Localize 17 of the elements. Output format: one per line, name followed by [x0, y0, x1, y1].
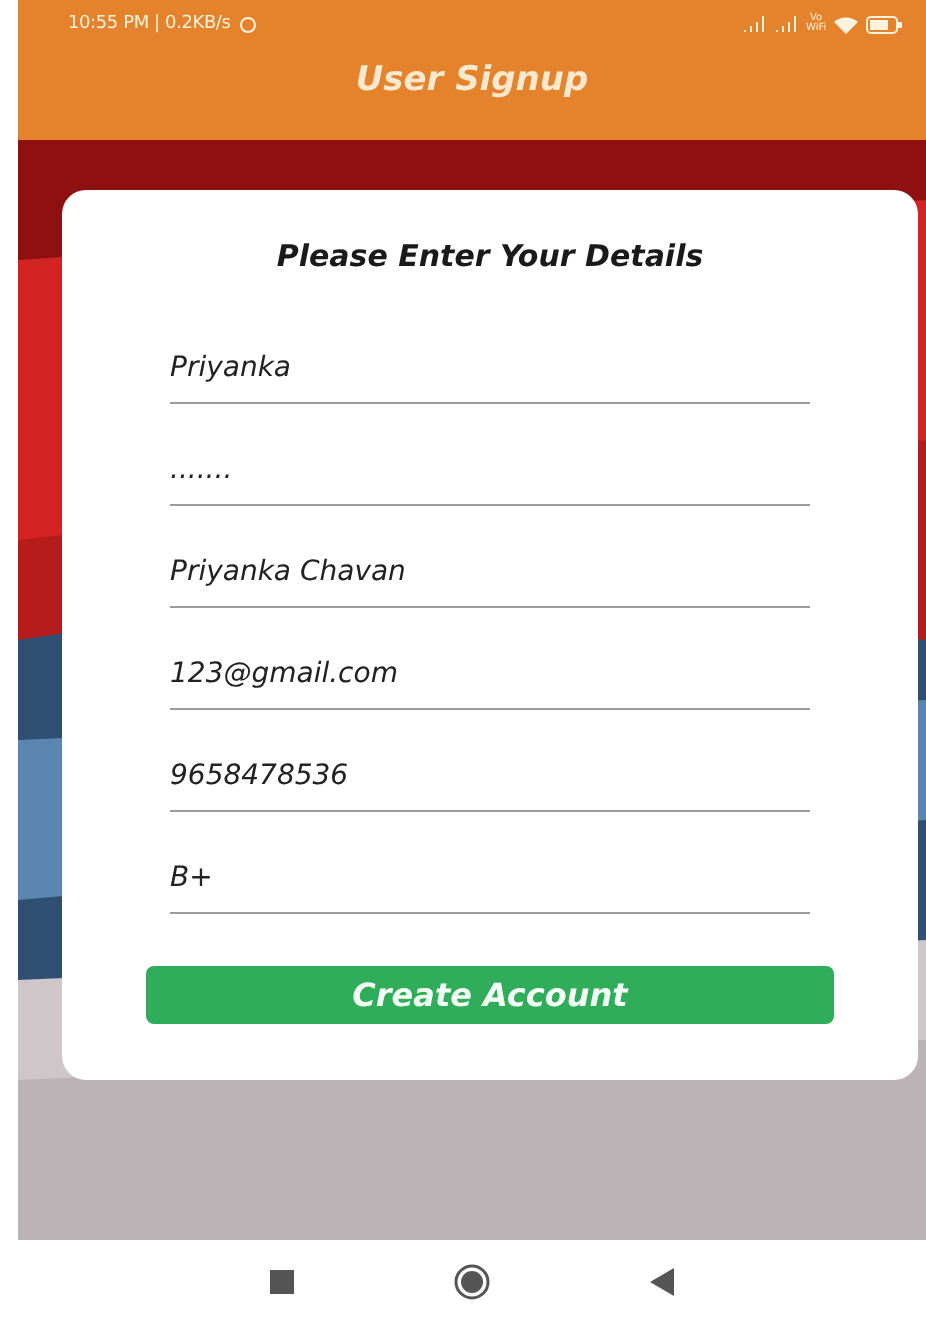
wifi-icon	[834, 15, 858, 33]
input-field[interactable]: B+	[170, 812, 810, 914]
input-field[interactable]: 123@gmail.com	[170, 608, 810, 710]
signal-icon	[774, 16, 798, 32]
signal-icon	[742, 16, 766, 32]
input-field[interactable]: 9658478536	[170, 710, 810, 812]
home-icon[interactable]	[454, 1263, 490, 1299]
input-field[interactable]: .......	[170, 404, 810, 506]
recents-icon[interactable]	[270, 1269, 294, 1293]
screen-title: User Signup	[353, 58, 591, 100]
back-icon[interactable]	[650, 1267, 674, 1295]
alarm-icon	[238, 14, 259, 34]
input-field[interactable]: Priyanka Chavan	[170, 506, 810, 608]
input-field[interactable]: Priyanka	[170, 302, 810, 404]
status-time: 10:55 PM | 0.2KB/s	[68, 14, 231, 34]
battery-icon	[866, 15, 902, 33]
form-heading: Please Enter Your Details	[276, 238, 704, 274]
